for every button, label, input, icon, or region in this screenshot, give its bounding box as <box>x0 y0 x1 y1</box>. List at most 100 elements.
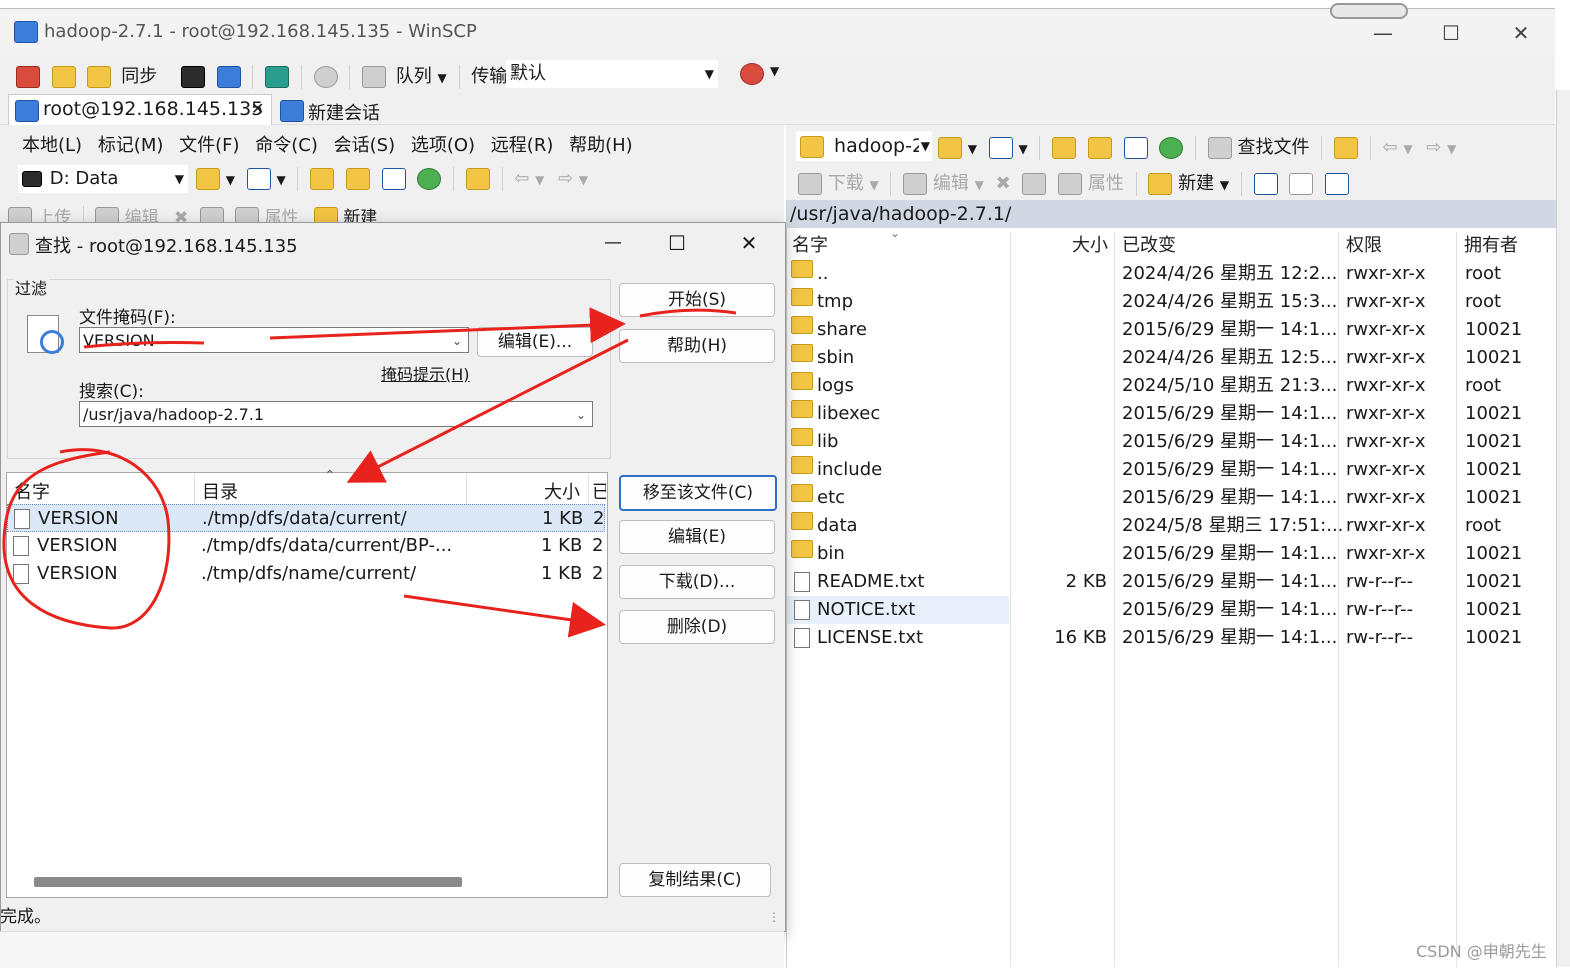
open-folder-icon[interactable] <box>938 137 962 159</box>
edit-icon[interactable] <box>903 173 928 195</box>
chevron-down-icon[interactable]: ▼ <box>975 178 984 192</box>
file-row[interactable]: LICENSE.txt 16 KB 2015/6/29 星期一 14:1... rw-… <box>787 624 1555 652</box>
result-row[interactable]: VERSION ./tmp/dfs/data/current/1 KB 2( <box>7 504 606 532</box>
close-icon[interactable]: ✕ <box>251 99 264 118</box>
search-path-input[interactable]: /usr/java/hadoop-2.7.1 ⌄ <box>79 401 593 427</box>
gear-icon[interactable] <box>313 66 338 88</box>
tab-session[interactable]: root@192.168.145.135 ✕ <box>8 94 272 125</box>
results-header-name[interactable]: 名字 <box>14 478 50 504</box>
menu-file[interactable]: 文件(F) <box>179 135 239 156</box>
tree-icon[interactable] <box>1334 137 1359 159</box>
column-header-rights[interactable]: 权限 <box>1346 232 1382 260</box>
file-row[interactable]: data 2024/5/8 星期三 17:51:... rwxr-xr-x root <box>787 512 1555 540</box>
local-drive-select[interactable]: D: Data ▼ <box>18 165 188 193</box>
root-dir-icon[interactable] <box>1087 137 1112 159</box>
results-header-changed[interactable]: 已 <box>592 478 606 504</box>
column-header-size[interactable]: 大小 <box>1072 232 1108 260</box>
chevron-down-icon[interactable]: ⌄ <box>452 328 462 354</box>
chevron-down-icon[interactable]: ▼ <box>1447 142 1456 156</box>
sync-button[interactable]: 同步 <box>121 66 157 87</box>
file-row[interactable]: libexec 2015/6/29 星期一 14:1... rwxr-xr-x 100… <box>787 400 1555 428</box>
edit-button[interactable]: 编辑 <box>933 173 969 194</box>
properties-icon[interactable] <box>1058 173 1083 195</box>
file-row[interactable]: README.txt 2 KB 2015/6/29 星期一 14:1... rw-r-… <box>787 568 1555 596</box>
column-header-owner[interactable]: 拥有者 <box>1464 232 1518 260</box>
edit-mask-button[interactable]: 编辑(E)... <box>477 327 593 357</box>
terminal-icon[interactable] <box>180 66 205 88</box>
help-button[interactable]: 帮助(H) <box>619 329 775 363</box>
file-row[interactable]: bin 2015/6/29 星期一 14:1... rwxr-xr-x 10021 <box>787 540 1555 568</box>
remote-dir-select[interactable]: hadoop-2 ▼ <box>796 131 932 161</box>
resize-grip-icon[interactable]: ⋮ <box>768 904 780 930</box>
chevron-down-icon[interactable]: ▼ <box>968 142 977 156</box>
menu-options[interactable]: 选项(O) <box>411 135 475 156</box>
tab-new-session[interactable]: 新建会话 <box>280 96 388 124</box>
refresh-icon[interactable] <box>417 168 442 190</box>
transfer-preset-select[interactable]: 默认 ▼ <box>506 60 718 88</box>
close-button[interactable]: ✕ <box>1496 15 1546 51</box>
maximize-button[interactable]: ☐ <box>1426 15 1476 51</box>
back-icon[interactable]: ⇦ <box>514 168 529 189</box>
file-row[interactable]: .. 2024/4/26 星期五 12:2... rwxr-xr-x root <box>787 260 1555 288</box>
minimize-button[interactable]: — <box>1358 15 1408 51</box>
chevron-down-icon[interactable]: ▼ <box>438 71 447 85</box>
back-icon[interactable]: ⇦ <box>1382 137 1397 158</box>
menu-command[interactable]: 命令(C) <box>255 135 318 156</box>
file-row[interactable]: logs 2024/5/10 星期五 21:3... rwxr-xr-x root <box>787 372 1555 400</box>
file-row[interactable]: etc 2015/6/29 星期一 14:1... rwxr-xr-x 10021 <box>787 484 1555 512</box>
parent-dir-icon[interactable] <box>1052 137 1077 159</box>
delete-icon[interactable]: ✖ <box>996 173 1011 194</box>
filter-icon[interactable] <box>246 168 271 190</box>
menu-help[interactable]: 帮助(H) <box>569 135 633 156</box>
goto-file-button[interactable]: 移至该文件(C) <box>619 475 777 511</box>
delete-result-button[interactable]: 删除(D) <box>619 610 775 644</box>
chevron-down-icon[interactable]: ▼ <box>535 173 544 187</box>
find-files-button[interactable]: 查找文件 <box>1238 137 1310 158</box>
file-row[interactable]: include 2015/6/29 星期一 14:1... rwxr-xr-x 100… <box>787 456 1555 484</box>
results-header-dir[interactable]: 目录 <box>202 478 238 504</box>
sync-browse-icon[interactable] <box>51 66 76 88</box>
file-row[interactable]: NOTICE.txt1 KB2015/6/29 星期一 14:1...rw-r-… <box>520 596 1522 624</box>
mask-input[interactable]: VERSION ⌄ <box>79 327 469 353</box>
queue-button[interactable]: 队列 <box>396 66 432 87</box>
filter-select-icon[interactable] <box>1325 173 1350 195</box>
mask-hint-link[interactable]: 掩码提示(H) <box>381 361 470 385</box>
copy-results-button[interactable]: 复制结果(C) <box>619 863 771 897</box>
menu-remote[interactable]: 远程(R) <box>491 135 554 156</box>
dialog-close-button[interactable]: ✕ <box>727 227 771 259</box>
chevron-down-icon[interactable]: ▼ <box>770 64 779 78</box>
home-icon[interactable] <box>381 168 406 190</box>
tree-icon[interactable] <box>465 168 490 190</box>
edit-result-button[interactable]: 编辑(E) <box>619 520 775 554</box>
forward-icon[interactable]: ⇨ <box>1426 137 1441 158</box>
parent-dir-icon[interactable] <box>310 168 335 190</box>
putty-icon[interactable] <box>216 66 241 88</box>
download-button[interactable]: 下载 <box>828 173 864 194</box>
new-button[interactable]: 新建 <box>1178 173 1214 194</box>
forward-icon[interactable]: ⇨ <box>558 168 573 189</box>
download-result-button[interactable]: 下载(D)... <box>619 565 775 599</box>
sync-icon[interactable] <box>87 66 112 88</box>
dialog-minimize-button[interactable]: — <box>593 227 633 259</box>
properties-button[interactable]: 属性 <box>1088 173 1124 194</box>
chevron-down-icon[interactable]: ▼ <box>869 178 878 192</box>
download-icon[interactable] <box>798 173 822 195</box>
root-dir-icon[interactable] <box>345 168 370 190</box>
results-header-size[interactable]: 大小 <box>544 478 580 504</box>
file-row[interactable]: sbin 2024/4/26 星期五 12:5... rwxr-xr-x 10021 <box>787 344 1555 372</box>
chevron-down-icon[interactable]: ▼ <box>579 173 588 187</box>
chevron-down-icon[interactable]: ▼ <box>1403 142 1412 156</box>
chevron-down-icon[interactable]: ⌄ <box>576 402 586 428</box>
result-row[interactable]: VERSION ./tmp/dfs/name/current/1 KB 2( <box>7 560 605 588</box>
menu-mark[interactable]: 标记(M) <box>98 135 164 156</box>
file-row[interactable]: share 2015/6/29 星期一 14:1... rwxr-xr-x 10021 <box>787 316 1555 344</box>
reconnect-icon[interactable] <box>740 63 764 85</box>
keep-uptodate-icon[interactable] <box>265 66 290 88</box>
file-row[interactable]: tmp 2024/4/26 星期五 15:3... rwxr-xr-x root <box>787 288 1555 316</box>
find-files-icon[interactable] <box>1207 137 1232 159</box>
queue-icon[interactable] <box>362 66 387 88</box>
chevron-down-icon[interactable]: ▼ <box>1220 178 1229 192</box>
dialog-maximize-button[interactable]: ☐ <box>657 227 697 259</box>
home-icon[interactable] <box>1123 137 1148 159</box>
new-folder-icon[interactable] <box>1148 173 1173 195</box>
